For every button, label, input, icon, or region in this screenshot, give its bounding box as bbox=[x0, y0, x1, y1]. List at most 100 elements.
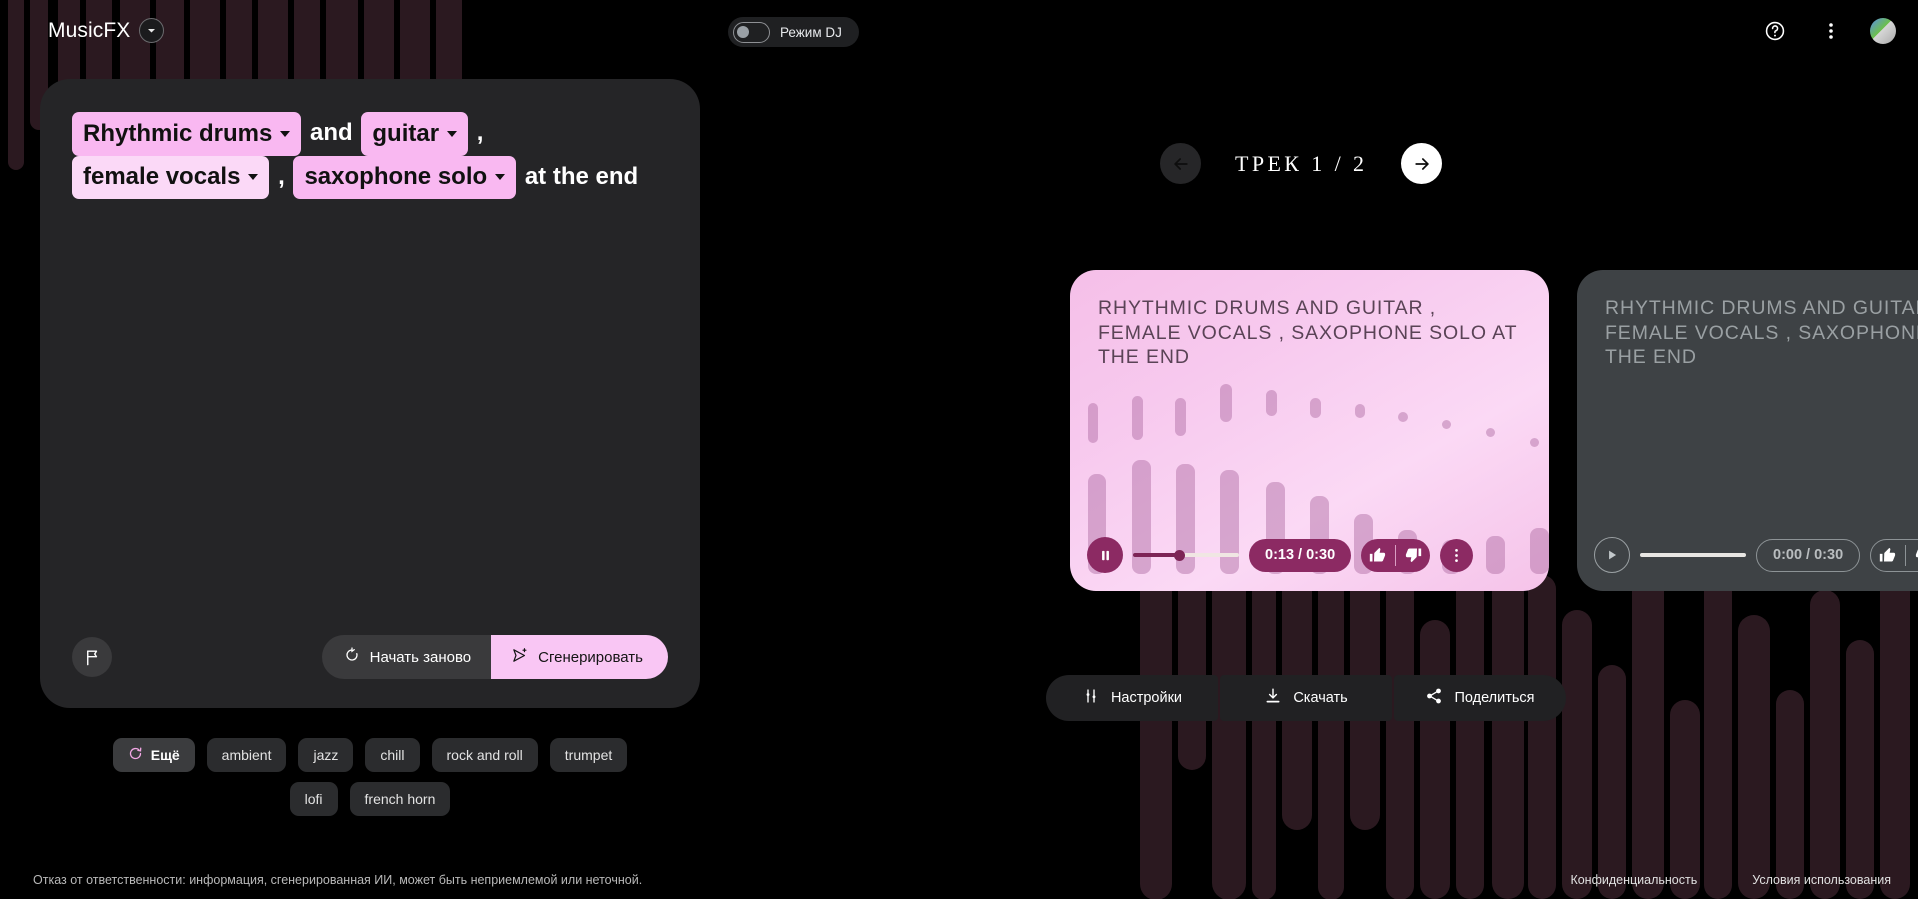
prompt-chip[interactable]: guitar bbox=[361, 112, 469, 156]
background-wave-bar bbox=[1704, 560, 1732, 899]
share-icon bbox=[1425, 687, 1443, 709]
play-button[interactable] bbox=[1594, 537, 1630, 573]
player-controls: 0:00 / 0:30 bbox=[1594, 537, 1918, 573]
suggestion-chip[interactable]: french horn bbox=[349, 782, 451, 816]
background-wave-bar bbox=[1880, 545, 1910, 899]
download-button[interactable]: Скачать bbox=[1220, 675, 1392, 721]
background-wave-bar bbox=[1670, 700, 1700, 899]
dj-mode-toggle[interactable]: Режим DJ bbox=[728, 17, 859, 47]
generate-button[interactable]: Сгенерировать bbox=[491, 635, 668, 679]
progress-slider[interactable] bbox=[1133, 545, 1239, 565]
progress-slider[interactable] bbox=[1640, 545, 1746, 565]
avatar[interactable] bbox=[1870, 18, 1896, 44]
card-wave-bar bbox=[1442, 420, 1451, 429]
track-actions: Настройки Скачать Поделиться bbox=[1046, 675, 1566, 721]
card-wave-bar bbox=[1266, 390, 1277, 416]
background-wave-bar bbox=[1776, 690, 1804, 899]
background-wave-bar bbox=[1456, 545, 1484, 899]
card-wave-bar bbox=[1486, 428, 1495, 437]
arrow-left-icon[interactable] bbox=[1160, 143, 1201, 184]
thumb-down-icon[interactable] bbox=[1906, 539, 1918, 572]
suggestion-chip-label: jazz bbox=[313, 747, 339, 763]
brand-name: MusicFX bbox=[48, 18, 131, 42]
suggestion-chip[interactable]: jazz bbox=[298, 738, 354, 772]
card-wave-bar bbox=[1530, 438, 1539, 447]
settings-button[interactable]: Настройки bbox=[1046, 675, 1218, 721]
prompt-actions: Начать заново Сгенерировать bbox=[321, 635, 668, 679]
suggestion-chip[interactable]: chill bbox=[365, 738, 420, 772]
track-title: RHYTHMIC DRUMS AND GUITAR , FEMALE VOCAL… bbox=[1605, 297, 1918, 368]
card-wave-bar bbox=[1398, 412, 1408, 422]
prompt-chip[interactable]: Rhythmic drums bbox=[72, 112, 302, 156]
restart-button[interactable]: Начать заново bbox=[321, 635, 492, 679]
share-label: Поделиться bbox=[1454, 690, 1535, 706]
track-card-list: RHYTHMIC DRUMS AND GUITAR , FEMALE VOCAL… bbox=[1070, 270, 1918, 591]
track-card[interactable]: RHYTHMIC DRUMS AND GUITAR , FEMALE VOCAL… bbox=[1577, 270, 1918, 591]
top-bar-actions bbox=[1758, 14, 1896, 48]
rating-group bbox=[1361, 538, 1431, 572]
background-wave-bar bbox=[1528, 575, 1556, 899]
card-wave-bar bbox=[1355, 404, 1365, 418]
thumb-down-icon[interactable] bbox=[1396, 539, 1430, 572]
prompt-chip[interactable]: saxophone solo bbox=[293, 155, 517, 200]
prompt-chip-label: saxophone solo bbox=[304, 163, 488, 191]
track-counter: ТРЕК 1 / 2 bbox=[1235, 150, 1368, 176]
rating-group bbox=[1870, 538, 1918, 572]
help-circle-icon[interactable] bbox=[1758, 14, 1792, 48]
suggestion-chip[interactable]: trumpet bbox=[549, 738, 628, 772]
prompt-plain-text: , bbox=[278, 162, 285, 190]
share-button[interactable]: Поделиться bbox=[1394, 675, 1566, 721]
suggestion-more-button[interactable]: Ещё bbox=[112, 738, 195, 772]
background-wave-bar bbox=[1810, 590, 1840, 899]
chevron-down-icon[interactable] bbox=[248, 174, 259, 181]
suggestion-chip[interactable]: rock and roll bbox=[431, 738, 538, 772]
background-wave-bar bbox=[1420, 620, 1450, 899]
terms-link[interactable]: Условия использования bbox=[1752, 873, 1891, 887]
time-display: 0:00 / 0:30 bbox=[1756, 538, 1861, 572]
prompt-editor[interactable]: Rhythmic drums and guitar , female vocal… bbox=[70, 112, 666, 200]
arrow-right-icon[interactable] bbox=[1401, 143, 1443, 184]
more-vert-icon[interactable] bbox=[1814, 14, 1848, 48]
track-navigation: ТРЕК 1 / 2 bbox=[1160, 143, 1443, 184]
prompt-chip-label: female vocals bbox=[83, 163, 241, 191]
chevron-down-icon[interactable] bbox=[447, 130, 458, 137]
prompt-chip[interactable]: female vocals bbox=[72, 155, 270, 200]
refresh-icon bbox=[128, 746, 143, 764]
prompt-chip-label: guitar bbox=[372, 119, 440, 147]
prompt-plain-text: and bbox=[310, 119, 353, 146]
more-vert-icon[interactable] bbox=[1440, 538, 1474, 572]
thumb-up-icon[interactable] bbox=[1871, 539, 1905, 572]
suggestion-chip[interactable]: ambient bbox=[206, 738, 287, 772]
suggestion-chip-label: trumpet bbox=[564, 747, 613, 763]
send-sparkle-icon bbox=[511, 647, 528, 668]
dj-mode-switch[interactable] bbox=[733, 21, 770, 43]
suggestion-chip-label: rock and roll bbox=[446, 747, 523, 763]
top-bar: MusicFX Режим DJ bbox=[0, 0, 1918, 62]
chevron-down-icon[interactable] bbox=[280, 130, 291, 137]
track-card[interactable]: RHYTHMIC DRUMS AND GUITAR , FEMALE VOCAL… bbox=[1070, 270, 1549, 591]
suggestion-chip[interactable]: lofi bbox=[289, 782, 338, 816]
tune-icon bbox=[1082, 687, 1100, 709]
background-wave-bar bbox=[1598, 665, 1626, 899]
card-wave-bar bbox=[1220, 384, 1232, 422]
thumb-up-icon[interactable] bbox=[1361, 539, 1395, 572]
footer-links: Конфиденциальность Условия использования bbox=[1570, 873, 1891, 887]
prompt-panel: Rhythmic drums and guitar , female vocal… bbox=[40, 79, 700, 708]
pause-button[interactable] bbox=[1087, 537, 1123, 573]
card-wave-bar bbox=[1310, 398, 1321, 418]
prompt-plain-text: at the end bbox=[524, 162, 639, 190]
progress-thumb[interactable] bbox=[1173, 549, 1185, 561]
progress-fill bbox=[1133, 552, 1179, 558]
track-title: RHYTHMIC DRUMS AND GUITAR , FEMALE VOCAL… bbox=[1098, 297, 1518, 368]
chevron-down-icon[interactable] bbox=[139, 18, 165, 43]
card-wave-bar bbox=[1175, 398, 1186, 436]
settings-label: Настройки bbox=[1110, 690, 1183, 706]
brand[interactable]: MusicFX bbox=[48, 18, 165, 43]
privacy-link[interactable]: Конфиденциальность bbox=[1570, 873, 1697, 887]
suggestion-chips: Ещё ambient jazz chill rock and roll trumpet l… bbox=[100, 738, 640, 816]
player-controls: 0:13 / 0:30 bbox=[1087, 537, 1535, 573]
suggestion-chip-label: chill bbox=[380, 747, 405, 763]
flag-icon[interactable] bbox=[72, 637, 112, 677]
chevron-down-icon[interactable] bbox=[495, 174, 506, 181]
restart-icon bbox=[344, 647, 360, 667]
